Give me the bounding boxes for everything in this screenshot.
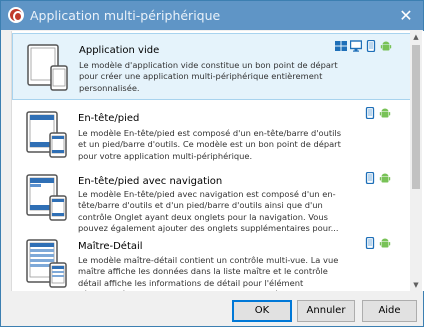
master-detail-thumbnail-icon xyxy=(26,239,67,288)
android-icon xyxy=(379,108,391,118)
header-footer-nav-thumbnail-icon xyxy=(26,174,67,221)
ios-phone-icon xyxy=(366,40,376,52)
ok-button[interactable]: OK xyxy=(232,300,292,322)
template-name: Application vide xyxy=(79,45,160,56)
vertical-scrollbar[interactable]: ▲ ▼ xyxy=(410,31,422,291)
header-footer-thumbnail-icon xyxy=(26,111,67,158)
close-button[interactable]: ✕ xyxy=(389,1,423,30)
template-name: En-tête/pied xyxy=(78,113,140,124)
template-name: En-tête/pied avec navigation xyxy=(78,176,223,187)
template-name: Maître-Détail xyxy=(78,241,143,252)
platform-icons xyxy=(364,107,391,121)
template-item-maitre-detail[interactable]: Maître-Détail Le modèle maître-détail co… xyxy=(12,233,414,291)
window-title: Application multi-périphérique xyxy=(30,8,221,23)
platform-icons xyxy=(364,237,391,251)
android-icon xyxy=(380,41,392,51)
template-item-application-vide[interactable]: Application vide Le modèle d'application… xyxy=(12,33,414,100)
ios-phone-icon xyxy=(365,107,375,119)
title-bar[interactable]: Application multi-périphérique ✕ xyxy=(1,1,423,30)
cancel-button[interactable]: Annuler xyxy=(297,300,355,322)
android-icon xyxy=(379,238,391,248)
windows-icon xyxy=(335,41,347,51)
template-item-en-tete-pied[interactable]: En-tête/pied Le modèle En-tête/pied est … xyxy=(12,103,414,167)
desktop-icon xyxy=(350,40,362,52)
platform-icons xyxy=(335,40,392,54)
scroll-thumb[interactable] xyxy=(412,45,420,189)
template-description: Le modèle En-tête/pied est composé d'un … xyxy=(78,128,342,161)
android-icon xyxy=(379,173,391,183)
scroll-down-arrow-icon[interactable]: ▼ xyxy=(410,279,422,291)
template-description: Le modèle maître-détail contient un cont… xyxy=(78,255,339,291)
ios-phone-icon xyxy=(365,237,375,249)
template-description: Le modèle En-tête/pied avec navigation e… xyxy=(78,189,339,233)
template-description: Le modèle d'application vide constitue u… xyxy=(79,60,338,93)
platform-icons xyxy=(364,172,391,186)
blank-device-thumbnail-icon xyxy=(27,44,68,91)
dialog-window: Application multi-périphérique ✕ Applica… xyxy=(0,0,424,327)
scroll-up-arrow-icon[interactable]: ▲ xyxy=(410,31,422,43)
template-list: Application vide Le modèle d'application… xyxy=(11,31,424,291)
ios-phone-icon xyxy=(365,172,375,184)
template-item-en-tete-pied-navigation[interactable]: En-tête/pied avec navigation Le modèle E… xyxy=(12,168,414,233)
help-button[interactable]: Aide xyxy=(362,300,417,322)
app-logo-icon xyxy=(8,7,24,23)
